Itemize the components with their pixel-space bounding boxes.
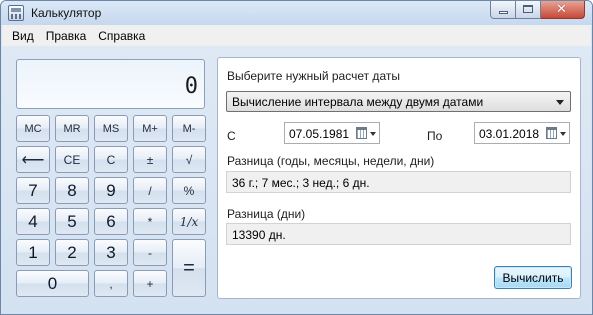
digit-4-button[interactable]: 4 — [16, 208, 50, 235]
to-date-label: По — [427, 129, 443, 143]
digit-2-button[interactable]: 2 — [55, 239, 89, 266]
calculator-app-icon[interactable] — [8, 5, 24, 21]
digit-8-button[interactable]: 8 — [55, 177, 89, 204]
maximize-icon — [523, 5, 533, 13]
to-date-value: 03.01.2018 — [479, 127, 540, 141]
memory-add-button[interactable]: M+ — [133, 115, 167, 142]
close-icon: ✕ — [556, 2, 567, 17]
calendar-icon — [546, 127, 557, 139]
digit-5-button[interactable]: 5 — [55, 208, 89, 235]
difference-value: 36 г.; 7 мес.; 3 нед.; 6 дн. — [226, 171, 571, 193]
minimize-button[interactable] — [490, 1, 516, 19]
maximize-button[interactable] — [516, 1, 541, 19]
chevron-down-icon — [560, 132, 566, 136]
difference-label: Разница (годы, месяцы, недели, дни) — [227, 154, 435, 168]
caption-buttons: ✕ — [490, 1, 585, 19]
backspace-button[interactable]: ⟵ — [16, 146, 50, 173]
calculate-button[interactable]: Вычислить — [494, 266, 572, 289]
digit-7-button[interactable]: 7 — [16, 177, 50, 204]
digit-6-button[interactable]: 6 — [94, 208, 128, 235]
calculator-display: 0 — [16, 59, 205, 109]
percent-button[interactable]: % — [172, 177, 206, 204]
clear-entry-button[interactable]: CE — [55, 146, 89, 173]
title-bar[interactable]: Калькулятор ✕ — [1, 1, 592, 25]
difference-days-value: 13390 дн. — [226, 223, 571, 245]
digit-3-button[interactable]: 3 — [94, 239, 128, 266]
memory-recall-button[interactable]: MR — [55, 115, 89, 142]
calculator-window: Калькулятор ✕ Вид Правка Справка 0 MC MR… — [0, 0, 593, 315]
from-date-label: С — [227, 129, 236, 143]
subtract-button[interactable]: - — [133, 239, 167, 266]
display-value: 0 — [184, 74, 198, 99]
equals-button[interactable]: = — [172, 239, 206, 297]
digit-9-button[interactable]: 9 — [94, 177, 128, 204]
memory-store-button[interactable]: MS — [94, 115, 128, 142]
divide-button[interactable]: / — [133, 177, 167, 204]
close-button[interactable]: ✕ — [541, 1, 585, 19]
digit-0-button[interactable]: 0 — [16, 270, 89, 297]
digit-1-button[interactable]: 1 — [16, 239, 50, 266]
menu-bar: Вид Правка Справка — [2, 25, 591, 46]
sqrt-button[interactable]: √ — [172, 146, 206, 173]
memory-subtract-button[interactable]: M- — [172, 115, 206, 142]
decimal-button[interactable]: , — [94, 270, 128, 297]
add-button[interactable]: + — [133, 270, 167, 297]
to-date-picker[interactable]: 03.01.2018 — [474, 122, 570, 144]
date-calculation-panel: Выберите нужный расчет даты Вычисление и… — [217, 57, 581, 299]
calculation-type-select[interactable]: Вычисление интервала между двумя датами — [226, 91, 571, 112]
reciprocal-button[interactable]: 1/x — [172, 208, 206, 235]
menu-edit[interactable]: Правка — [40, 29, 93, 43]
memory-clear-button[interactable]: MC — [16, 115, 50, 142]
difference-days-label: Разница (дни) — [227, 207, 306, 221]
calculator-body: 0 MC MR MS M+ M- ⟵ CE C ± √ 7 8 9 / % 4 … — [2, 46, 591, 314]
multiply-button[interactable]: * — [133, 208, 167, 235]
minimize-icon — [499, 11, 508, 14]
from-date-picker[interactable]: 07.05.1981 — [284, 122, 380, 144]
window-title: Калькулятор — [31, 6, 102, 20]
chevron-down-icon — [370, 132, 376, 136]
clear-button[interactable]: C — [94, 146, 128, 173]
calculation-type-value: Вычисление интервала между двумя датами — [232, 95, 484, 109]
from-date-value: 07.05.1981 — [289, 127, 350, 141]
calendar-icon — [356, 127, 367, 139]
negate-button[interactable]: ± — [133, 146, 167, 173]
menu-help[interactable]: Справка — [92, 29, 151, 43]
calculation-type-label: Выберите нужный расчет даты — [227, 69, 400, 83]
chevron-down-icon — [556, 100, 564, 105]
menu-view[interactable]: Вид — [6, 29, 40, 43]
